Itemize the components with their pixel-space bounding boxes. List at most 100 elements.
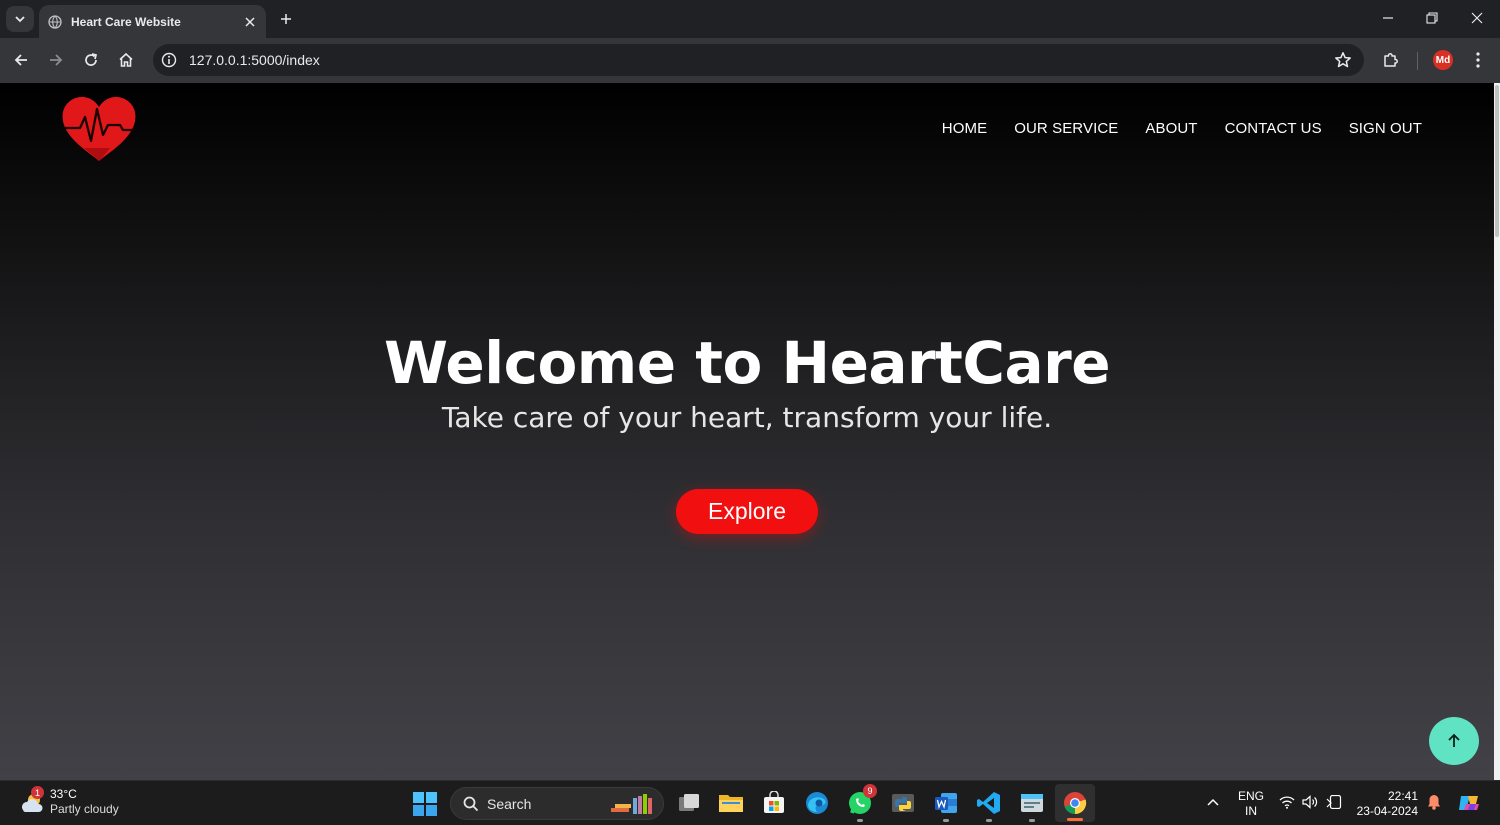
chevron-up-icon: [1207, 798, 1219, 806]
folder-icon: [719, 795, 743, 812]
nav-contact-us-link[interactable]: CONTACT US: [1225, 120, 1322, 137]
vscode-icon: [977, 792, 1000, 814]
heart-logo-icon[interactable]: [60, 95, 138, 163]
clock-date: 23-04-2024: [1356, 804, 1418, 818]
plus-icon: [281, 14, 291, 24]
restore-icon: [1426, 12, 1438, 24]
chrome-icon: [1064, 792, 1087, 815]
weather-widget[interactable]: 1 33°C Partly cloudy: [18, 786, 119, 817]
minimize-icon: [1383, 17, 1393, 19]
whatsapp-badge: 9: [863, 784, 877, 798]
tab-search-button[interactable]: [6, 6, 34, 32]
edge-app[interactable]: [802, 788, 832, 818]
browser-tab-active[interactable]: Heart Care Website: [39, 5, 266, 38]
hero-title: Welcome to HeartCare: [383, 329, 1111, 397]
system-clock[interactable]: 22:41 23-04-2024: [1354, 789, 1418, 819]
taskbar-search-box[interactable]: Search: [450, 787, 664, 820]
microsoft-store-app[interactable]: [759, 788, 789, 818]
site-info-icon[interactable]: [161, 52, 177, 68]
volume-icon[interactable]: [1302, 795, 1318, 812]
file-explorer-app[interactable]: [716, 788, 746, 818]
site-nav: HOME OUR SERVICE ABOUT CONTACT US SIGN O…: [942, 120, 1422, 137]
weather-badge: 1: [31, 786, 44, 799]
hero-subtitle: Take care of your heart, transform your …: [441, 401, 1053, 434]
new-tab-button[interactable]: [274, 7, 298, 31]
arrow-up-icon: [1448, 733, 1460, 747]
terminal-icon: [1021, 794, 1043, 812]
page-scrollbar[interactable]: [1494, 83, 1500, 780]
running-indicator: [857, 819, 863, 822]
home-button[interactable]: [113, 47, 139, 73]
python-icon: [892, 794, 914, 812]
restore-button[interactable]: [1412, 4, 1452, 32]
avatar: Md: [1433, 50, 1453, 70]
scroll-to-top-button[interactable]: [1429, 717, 1479, 765]
chevron-down-icon: [15, 16, 25, 23]
nav-home-link[interactable]: HOME: [942, 120, 987, 137]
clock-time: 22:41: [1387, 789, 1418, 803]
weather-icon: 1: [18, 786, 46, 816]
running-indicator: [986, 819, 992, 822]
reload-button[interactable]: [78, 47, 104, 73]
windows-taskbar: 1 33°C Partly cloudy Search 9 ENG IN 22:…: [0, 780, 1500, 825]
scrollbar-thumb[interactable]: [1495, 85, 1499, 237]
store-icon: [764, 791, 784, 813]
notifications-bell-icon[interactable]: [1427, 794, 1441, 813]
tab-close-button[interactable]: [238, 10, 262, 34]
close-icon: [1471, 12, 1483, 24]
forward-button[interactable]: [43, 47, 69, 73]
nav-about-link[interactable]: ABOUT: [1145, 120, 1197, 137]
language-code: ENG: [1238, 789, 1265, 803]
more-vertical-icon: [1476, 52, 1480, 68]
home-icon: [119, 52, 133, 67]
copilot-icon[interactable]: [1456, 790, 1482, 819]
chrome-app[interactable]: [1055, 784, 1095, 822]
windows-start-icon[interactable]: [412, 791, 438, 817]
wifi-icon[interactable]: [1279, 795, 1295, 812]
arrow-right-icon: [50, 54, 63, 66]
browser-tab-strip: Heart Care Website: [0, 0, 1500, 38]
tab-title: Heart Care Website: [71, 14, 181, 29]
running-indicator: [1029, 819, 1035, 822]
battery-icon[interactable]: [1326, 794, 1344, 812]
task-view-app[interactable]: [674, 788, 704, 818]
whatsapp-app[interactable]: 9: [845, 784, 877, 822]
task-view-icon: [679, 794, 699, 811]
search-icon: [463, 796, 479, 811]
running-indicator: [943, 819, 949, 822]
language-indicator[interactable]: ENG IN: [1238, 789, 1264, 819]
books-highlight-icon: [611, 794, 652, 814]
browser-toolbar: 127.0.0.1:5000/index Md: [0, 38, 1500, 83]
minimize-button[interactable]: [1368, 4, 1408, 32]
active-indicator: [1067, 818, 1083, 821]
toolbar-divider: [1417, 52, 1418, 70]
search-label: Search: [487, 795, 532, 812]
word-icon: [935, 793, 957, 813]
puzzle-icon: [1384, 53, 1398, 67]
address-bar[interactable]: 127.0.0.1:5000/index: [153, 44, 1364, 76]
weather-temperature: 33°C: [50, 787, 77, 801]
nav-our-service-link[interactable]: OUR SERVICE: [1014, 120, 1118, 137]
close-window-button[interactable]: [1457, 4, 1497, 32]
profile-button[interactable]: Md: [1430, 47, 1456, 73]
browser-menu-button[interactable]: [1465, 47, 1491, 73]
extensions-button[interactable]: [1378, 47, 1404, 73]
edge-icon: [806, 792, 828, 814]
vscode-app[interactable]: [974, 788, 1004, 822]
reload-icon: [85, 53, 98, 66]
back-button[interactable]: [8, 47, 34, 73]
globe-icon: [48, 14, 62, 29]
show-hidden-icons-button[interactable]: [1206, 796, 1220, 810]
weather-condition: Partly cloudy: [50, 802, 119, 816]
bookmark-star-icon[interactable]: [1334, 51, 1352, 69]
nav-sign-out-link[interactable]: SIGN OUT: [1349, 120, 1422, 137]
web-page: HOME OUR SERVICE ABOUT CONTACT US SIGN O…: [0, 83, 1494, 780]
word-app[interactable]: [931, 788, 961, 822]
explore-button[interactable]: Explore: [676, 489, 818, 534]
url-text: 127.0.0.1:5000/index: [189, 52, 320, 68]
close-icon: [245, 16, 255, 27]
arrow-left-icon: [14, 54, 27, 66]
terminal-app[interactable]: [1017, 788, 1047, 822]
python-app[interactable]: [888, 788, 918, 818]
language-region: IN: [1245, 804, 1257, 818]
